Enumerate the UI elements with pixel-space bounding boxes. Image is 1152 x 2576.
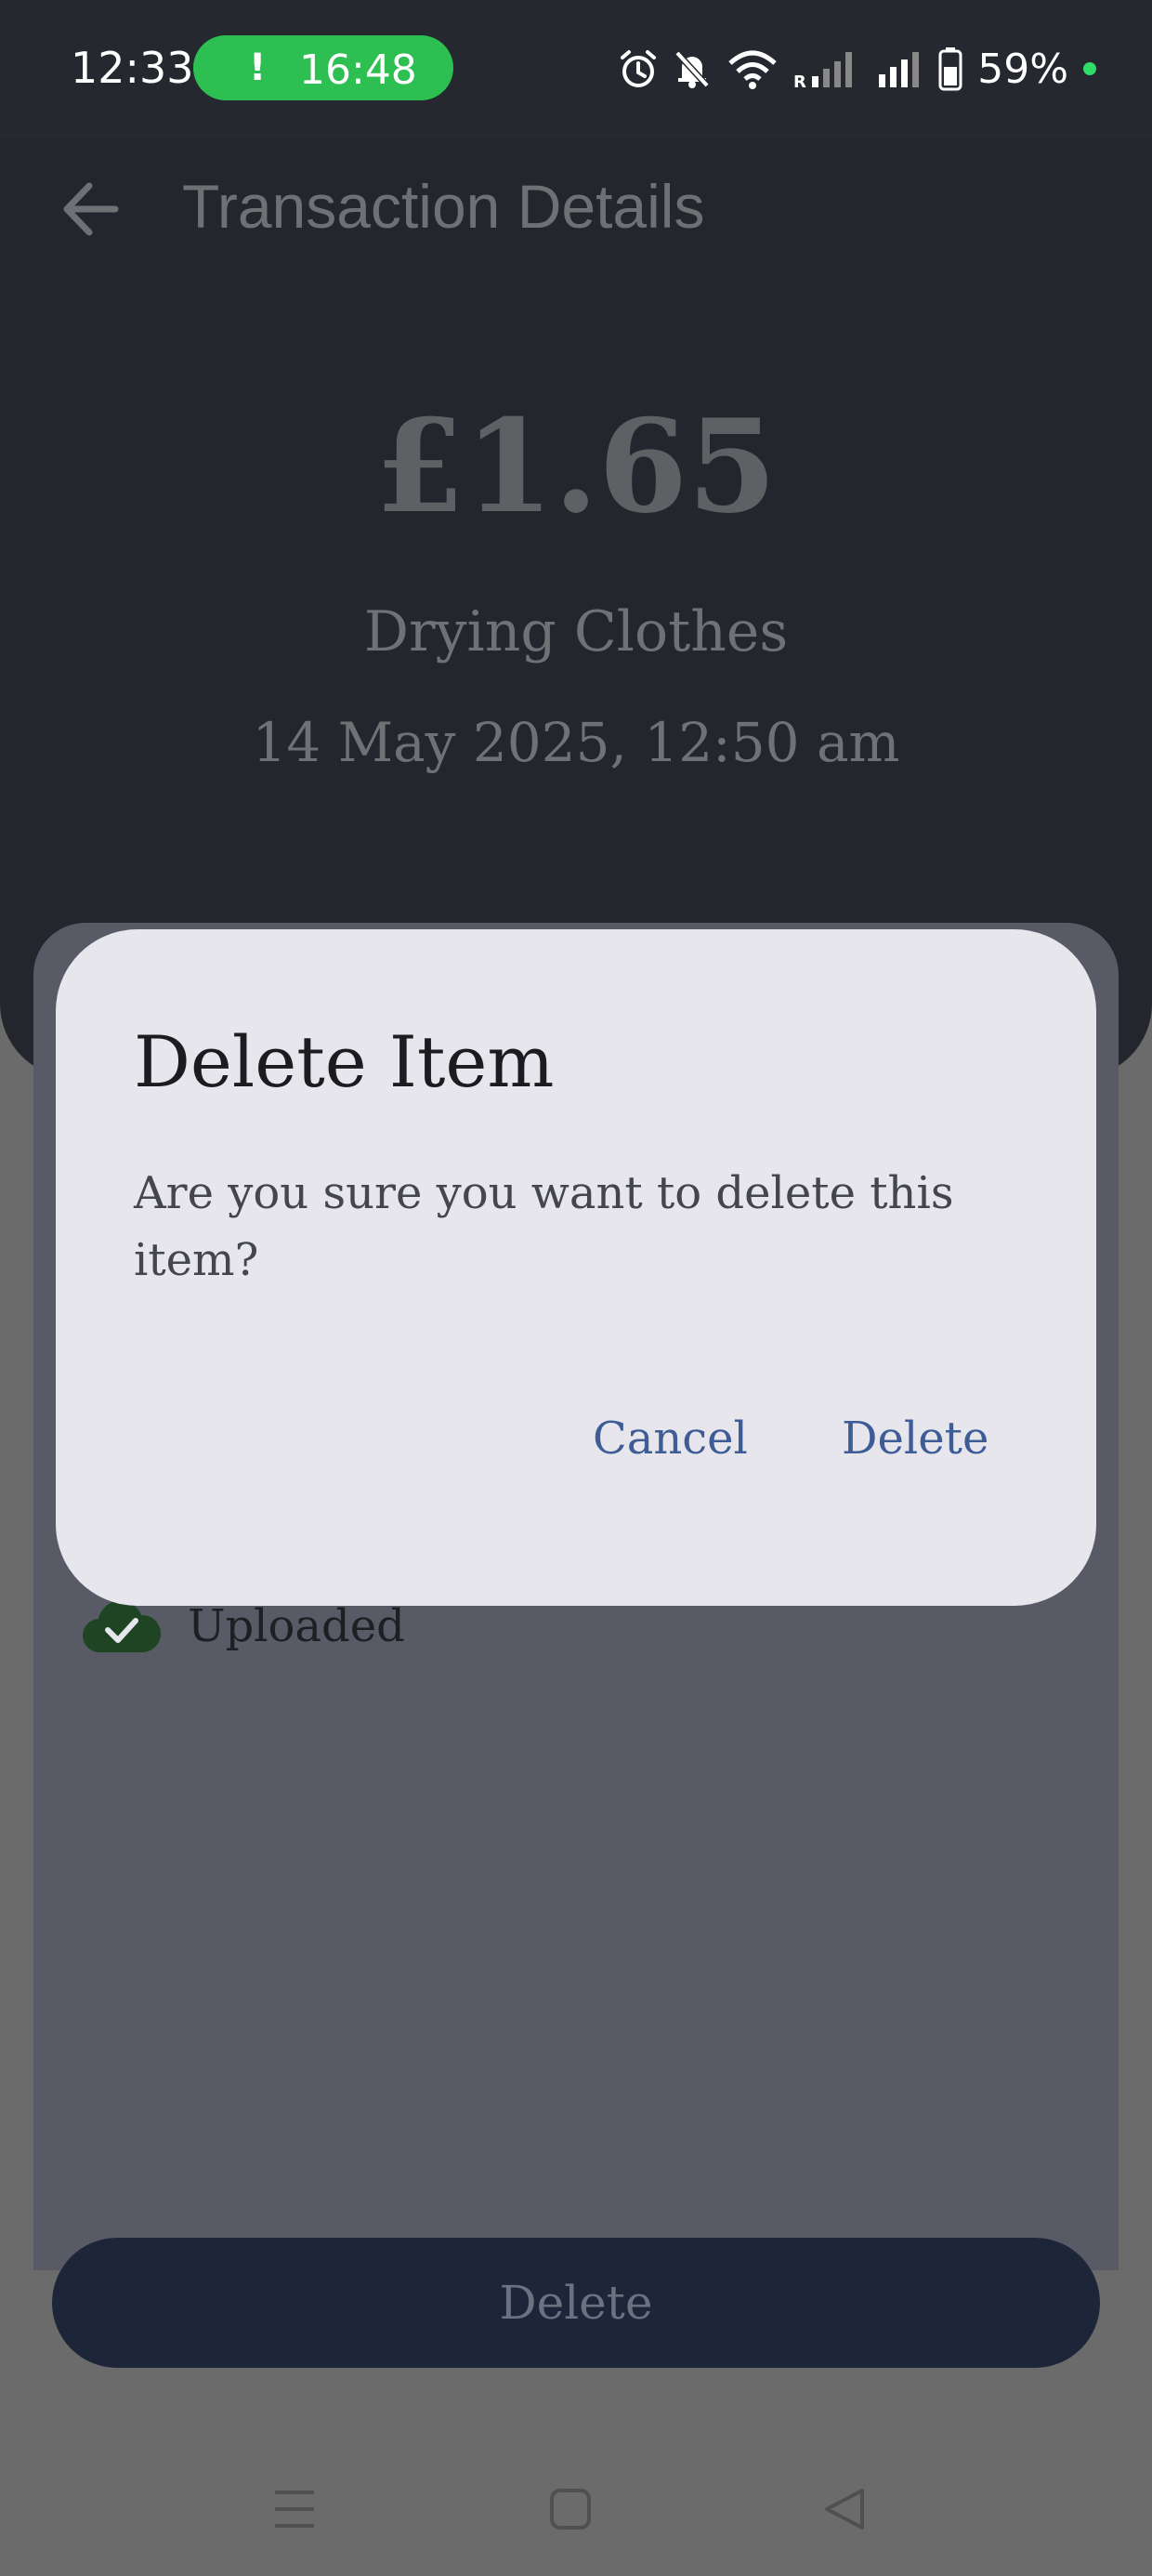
nav-home-button[interactable] <box>538 2481 603 2537</box>
call-timer-pill[interactable]: ! 16:48 <box>193 35 453 100</box>
transaction-amount: £1.65 <box>374 390 778 542</box>
status-icons: R 59% <box>619 43 1096 95</box>
status-bar: 12:33 ! 16:48 R 59% <box>0 0 1152 139</box>
privacy-dot <box>1083 62 1096 75</box>
call-timer: 16:48 <box>299 46 417 94</box>
signal-roaming-icon: R <box>793 52 853 89</box>
battery-icon <box>938 47 962 91</box>
wifi-icon <box>728 50 777 89</box>
delete-confirm-dialog: Delete Item Are you sure you want to del… <box>56 929 1096 1606</box>
system-nav-bar <box>0 2435 1152 2576</box>
upload-status-label: Uploaded <box>188 1600 405 1652</box>
call-alert-icon: ! <box>249 46 267 89</box>
svg-text:R: R <box>793 72 806 89</box>
back-icon <box>825 2489 864 2530</box>
transaction-datetime: 14 May 2025, 12:50 am <box>252 711 900 774</box>
cancel-button[interactable]: Cancel <box>593 1413 748 1465</box>
signal-icon <box>879 52 920 87</box>
transaction-category: Drying Clothes <box>363 599 789 664</box>
page-title: Transaction Details <box>182 172 705 241</box>
bell-off-icon <box>674 50 710 88</box>
menu-icon <box>275 2491 314 2528</box>
battery-percent: 59% <box>977 45 1068 93</box>
alarm-icon <box>621 50 657 87</box>
back-button[interactable] <box>56 177 130 242</box>
status-time: 12:33 <box>71 43 194 93</box>
nav-back-button[interactable] <box>812 2481 877 2537</box>
home-icon <box>550 2489 591 2530</box>
confirm-delete-button[interactable]: Delete <box>842 1413 988 1465</box>
arrow-left-icon <box>63 182 119 236</box>
nav-recents-button[interactable] <box>262 2481 327 2537</box>
delete-transaction-button[interactable]: Delete <box>52 2238 1100 2368</box>
dialog-message: Are you sure you want to delete this ite… <box>134 1167 954 1286</box>
dialog-title: Delete Item <box>134 1020 555 1103</box>
cloud-check-icon <box>82 1600 162 1653</box>
